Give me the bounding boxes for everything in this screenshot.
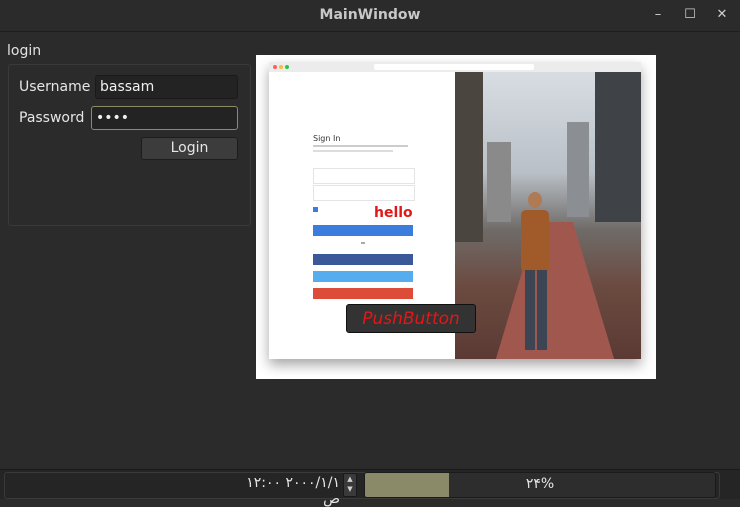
window-title: MainWindow bbox=[319, 7, 421, 23]
login-group: Username bassam Password •••• Login bbox=[8, 64, 251, 226]
street-photo bbox=[455, 72, 641, 359]
person-figure bbox=[515, 192, 555, 357]
login-group-title: login bbox=[7, 43, 42, 59]
push-button[interactable]: PushButton bbox=[346, 304, 476, 333]
title-bar: MainWindow – ☐ ✕ bbox=[0, 0, 740, 32]
close-icon[interactable]: ✕ bbox=[712, 6, 732, 24]
image-panel: Sign In hello PushButton bbox=[256, 55, 656, 379]
spin-up-icon[interactable]: ▲ bbox=[344, 474, 356, 484]
mock-signin-title: Sign In bbox=[313, 134, 341, 143]
progress-bar: ۲۴% bbox=[364, 472, 716, 498]
password-label: Password bbox=[19, 110, 85, 126]
status-bar: ۲۰۰۰/۱/۱ ۱۲:۰۰ ص ▲ ▼ ۲۴% bbox=[0, 469, 740, 507]
datetime-edit[interactable]: ۲۰۰۰/۱/۱ ۱۲:۰۰ ص bbox=[230, 475, 340, 507]
maximize-icon[interactable]: ☐ bbox=[680, 6, 700, 24]
username-label: Username bbox=[19, 79, 91, 95]
login-button[interactable]: Login bbox=[141, 137, 238, 160]
hello-label: hello bbox=[374, 205, 413, 221]
spin-down-icon[interactable]: ▼ bbox=[344, 484, 356, 494]
username-input[interactable]: bassam bbox=[95, 75, 238, 99]
minimize-icon[interactable]: – bbox=[648, 6, 668, 24]
datetime-spinner[interactable]: ▲ ▼ bbox=[343, 473, 357, 497]
password-input[interactable]: •••• bbox=[91, 106, 238, 130]
progress-text: ۲۴% bbox=[525, 476, 555, 492]
